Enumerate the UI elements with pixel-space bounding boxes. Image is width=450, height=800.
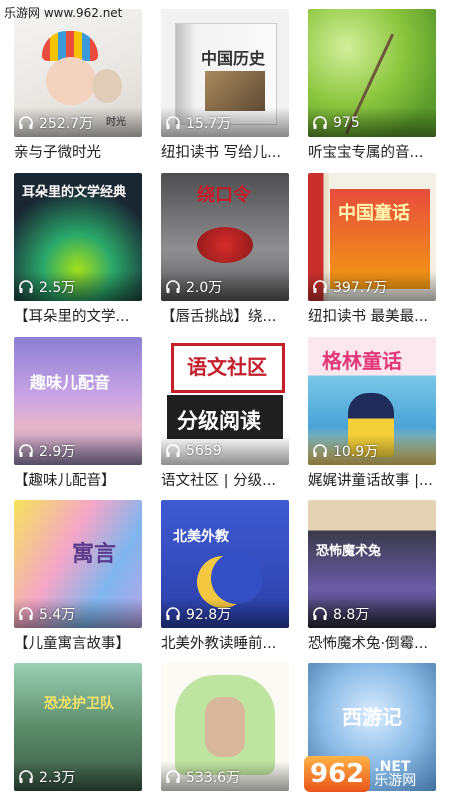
cover-subtitle: 语文社区 xyxy=(187,355,267,379)
album-cover[interactable]: 恐怖魔术兔 8.8万 xyxy=(308,500,436,628)
play-count: 975 xyxy=(312,113,360,133)
album-title[interactable]: 恐怖魔术兔·倒霉... xyxy=(308,634,440,654)
headphones-icon xyxy=(313,444,327,457)
headphones-icon xyxy=(19,280,33,293)
play-count: 5659 xyxy=(165,441,222,461)
play-count: 8.8万 xyxy=(312,604,369,624)
play-count: 397.7万 xyxy=(312,277,387,297)
play-count: 2.3万 xyxy=(18,767,75,787)
watermark-net: .NET xyxy=(374,759,411,775)
cover-title: 恐龙护卫队 xyxy=(44,696,114,712)
cover-title: 绕口令 xyxy=(197,185,251,206)
album-title[interactable]: 【趣味儿配音】 xyxy=(14,471,146,491)
album-cover[interactable]: 绕口令 2.0万 xyxy=(161,173,289,301)
album-title[interactable]: 【唇舌挑战】绕... xyxy=(161,307,293,327)
cover-title: 格林童话 xyxy=(322,349,402,373)
headphones-icon xyxy=(166,444,180,457)
cover-title: 分级阅读 xyxy=(177,409,261,433)
headphones-icon xyxy=(313,116,327,129)
album-cover[interactable]: 恐龙护卫队 2.3万 xyxy=(14,663,142,791)
album-grid: 时光 252.7万 亲与子微时光 中国历史 15.7万 纽扣读书 写给儿... xyxy=(0,0,450,800)
watermark-cn: 乐游网 xyxy=(374,773,417,789)
play-count: 533.6万 xyxy=(165,767,240,787)
cover-title: 中国历史 xyxy=(201,49,266,68)
headphones-icon xyxy=(19,116,33,129)
headphones-icon xyxy=(19,607,33,620)
play-count: 2.9万 xyxy=(18,441,75,461)
album-cover[interactable]: 北美外教 92.8万 xyxy=(161,500,289,628)
cover-title: 恐怖魔术兔 xyxy=(316,544,382,559)
cover-title: 西游记 xyxy=(342,705,402,729)
album-cover[interactable]: 533.6万 xyxy=(161,663,289,791)
cover-title: 趣味儿配音 xyxy=(30,373,111,392)
headphones-icon xyxy=(166,116,180,129)
album-title[interactable]: 听宝宝专属的音... xyxy=(308,143,440,163)
album-cover[interactable]: 格林童话 10.9万 xyxy=(308,337,436,465)
headphones-icon xyxy=(166,607,180,620)
album-title[interactable]: 纽扣读书 最美最... xyxy=(308,307,440,327)
album-title[interactable]: 【儿童寓言故事】 xyxy=(14,634,146,654)
cover-title: 中国童话 xyxy=(338,203,410,224)
album-cover[interactable]: 语文社区 分级阅读 5659 xyxy=(161,337,289,465)
play-count: 15.7万 xyxy=(165,113,231,133)
album-title[interactable]: 亲与子微时光 xyxy=(14,143,146,163)
album-title[interactable]: 北美外教读睡前... xyxy=(161,634,293,654)
watermark-logo: 962 .NET 乐游网 xyxy=(304,754,444,794)
cover-title: 耳朵里的文学经典 xyxy=(22,185,127,200)
cover-title: 北美外教 xyxy=(173,529,229,545)
album-title[interactable]: 娓娓讲童话故事 |... xyxy=(308,471,440,491)
album-title[interactable]: 纽扣读书 写给儿... xyxy=(161,143,293,163)
play-count: 2.0万 xyxy=(165,277,222,297)
album-cover[interactable]: 中国历史 15.7万 xyxy=(161,9,289,137)
play-count: 10.9万 xyxy=(312,441,378,461)
play-count: 92.8万 xyxy=(165,604,231,624)
album-title[interactable]: 语文社区 | 分级... xyxy=(161,471,293,491)
play-count: 2.5万 xyxy=(18,277,75,297)
album-cover[interactable]: 时光 252.7万 xyxy=(14,9,142,137)
watermark-962: 962 xyxy=(304,756,371,792)
headphones-icon xyxy=(313,607,327,620)
album-cover[interactable]: 寓言 5.4万 xyxy=(14,500,142,628)
album-cover[interactable]: 中国童话 397.7万 xyxy=(308,173,436,301)
play-count: 252.7万 xyxy=(18,113,93,133)
cover-title: 寓言 xyxy=(72,541,117,567)
play-count: 5.4万 xyxy=(18,604,75,624)
headphones-icon xyxy=(19,770,33,783)
album-title[interactable]: 【耳朵里的文学... xyxy=(14,307,146,327)
headphones-icon xyxy=(19,444,33,457)
headphones-icon xyxy=(166,770,180,783)
album-cover[interactable]: 耳朵里的文学经典 2.5万 xyxy=(14,173,142,301)
watermark-top: 乐游网 www.962.net xyxy=(4,6,123,20)
album-cover[interactable]: 975 xyxy=(308,9,436,137)
headphones-icon xyxy=(313,280,327,293)
headphones-icon xyxy=(166,280,180,293)
album-cover[interactable]: 趣味儿配音 2.9万 xyxy=(14,337,142,465)
